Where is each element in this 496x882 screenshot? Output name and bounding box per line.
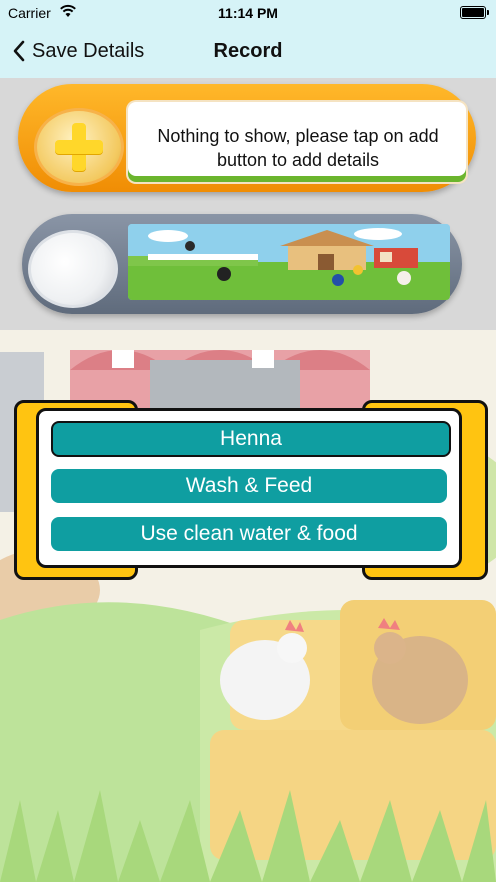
farm-card[interactable]	[22, 214, 470, 322]
select-circle[interactable]	[28, 230, 118, 308]
items-list: Henna Wash & Feed Use clean water & food	[36, 408, 462, 568]
page-title: Record	[213, 40, 283, 62]
list-item-clean-water-food[interactable]: Use clean water & food	[51, 517, 447, 551]
add-details-card[interactable]: Nothing to show, please tap on add butto…	[18, 84, 484, 196]
clock: 11:14 PM	[218, 5, 278, 21]
status-bar: Carrier 11:14 PM	[0, 0, 496, 26]
plus-icon-bar	[55, 140, 103, 154]
navigation-bar: Carrier 11:14 PM Save Details Record	[0, 0, 496, 78]
add-button[interactable]	[34, 108, 124, 186]
farm-image	[128, 224, 450, 300]
battery-icon	[460, 6, 489, 19]
record-cards: Nothing to show, please tap on add butto…	[0, 78, 496, 330]
list-item-henna[interactable]: Henna	[51, 421, 451, 457]
list-item-wash-feed[interactable]: Wash & Feed	[51, 469, 447, 503]
empty-message: Nothing to show, please tap on add butto…	[157, 126, 439, 170]
